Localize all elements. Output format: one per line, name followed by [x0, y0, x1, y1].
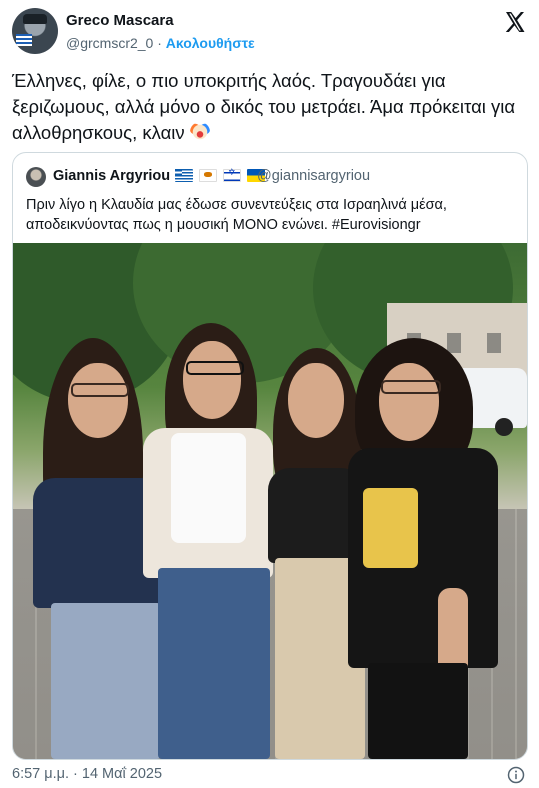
flag-cyprus-icon	[199, 169, 217, 182]
x-logo-icon[interactable]	[503, 10, 527, 34]
quoted-tweet[interactable]: Giannis Argyriou @giannisargyriou Πριν λ…	[12, 152, 528, 760]
separator-dot: ·	[157, 35, 162, 51]
quoted-author-name[interactable]: Giannis Argyriou	[53, 168, 170, 184]
tweet-text: Έλληνες, φίλε, ο πιο υποκριτής λαός. Τρα…	[12, 68, 522, 146]
flag-israel-icon	[223, 168, 241, 182]
quoted-avatar[interactable]	[26, 167, 46, 187]
author-avatar[interactable]	[12, 8, 58, 54]
author-name[interactable]: Greco Mascara	[66, 12, 174, 29]
quoted-text-line2: αποδεικνύοντας πως η μουσική ΜΟΝΟ ενώνει…	[26, 217, 421, 233]
author-handle-row: @grcmscr2_0 · Ακολουθήστε	[66, 35, 255, 51]
author-handle[interactable]: @grcmscr2_0	[66, 35, 153, 51]
info-icon[interactable]	[507, 766, 525, 784]
follow-button[interactable]: Ακολουθήστε	[166, 35, 255, 51]
quoted-text: Πριν λίγο η Κλαυδία μας έδωσε συνεντεύξε…	[26, 195, 516, 235]
tweet-timestamp[interactable]: 6:57 μ.μ. · 14 Μαΐ 2025	[12, 766, 162, 782]
tweet-header: Greco Mascara @grcmscr2_0 · Ακολουθήστε	[12, 8, 527, 56]
clown-face-icon	[189, 122, 210, 142]
flag-greece-icon	[175, 169, 193, 182]
tweet-body: Έλληνες, φίλε, ο πιο υποκριτής λαός. Τρα…	[12, 70, 516, 143]
quoted-handle[interactable]: @giannisargyriou	[257, 168, 370, 184]
quoted-photo[interactable]	[13, 243, 527, 759]
quoted-text-line1: Πριν λίγο η Κλαυδία μας έδωσε συνεντεύξε…	[26, 197, 447, 213]
quoted-flags	[175, 168, 265, 182]
